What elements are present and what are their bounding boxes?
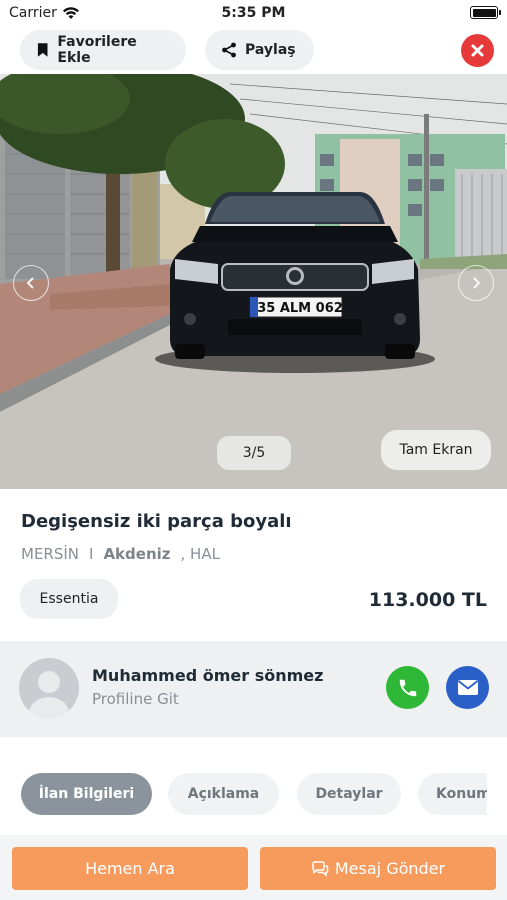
photo-counter: 3/5: [217, 436, 291, 470]
share-button[interactable]: Paylaş: [205, 30, 314, 70]
tab-description[interactable]: Açıklama: [168, 773, 279, 815]
battery-icon: [470, 6, 501, 19]
tab-details[interactable]: Detaylar: [297, 773, 401, 815]
bottom-action-bar: Hemen Ara Mesaj Gönder: [0, 835, 507, 900]
chevron-left-icon: [26, 277, 34, 289]
share-icon: [222, 42, 236, 58]
seller-card: Muhammed ömer sönmez Profiline Git: [0, 641, 507, 737]
phone-icon: [399, 679, 416, 696]
previous-photo-button[interactable]: [13, 265, 49, 301]
listing-photo[interactable]: 35 ALM 062: [0, 74, 507, 489]
chat-icon: [312, 860, 329, 877]
add-favorite-label: Favorilere Ekle: [57, 34, 137, 66]
call-now-button[interactable]: Hemen Ara: [12, 847, 248, 890]
profile-link[interactable]: Profiline Git: [92, 690, 179, 708]
avatar: [19, 658, 79, 718]
envelope-icon: [457, 680, 478, 695]
user-icon: [29, 671, 69, 718]
send-message-button[interactable]: Mesaj Gönder: [260, 847, 496, 890]
tabs-track: İlan Bilgileri Açıklama Detaylar Konum: [0, 773, 487, 815]
listing-price: 113.000 TL: [368, 589, 487, 611]
status-time: 5:35 PM: [221, 5, 286, 21]
next-photo-button[interactable]: [458, 265, 494, 301]
email-seller-button[interactable]: [446, 666, 489, 709]
location-district: Akdeniz: [103, 545, 171, 563]
location-neighborhood: , HAL: [180, 545, 220, 563]
license-plate-text: 35 ALM 062: [257, 301, 343, 316]
send-message-label: Mesaj Gönder: [334, 859, 446, 878]
car-photo-illustration: 35 ALM 062: [0, 74, 507, 489]
listing-location: MERSİN I Akdeniz , HAL: [21, 545, 220, 563]
call-now-label: Hemen Ara: [85, 859, 175, 878]
fullscreen-button[interactable]: Tam Ekran: [381, 430, 491, 470]
bookmark-icon: [37, 43, 48, 57]
trim-badge: Essentia: [20, 579, 118, 619]
tab-listing-info[interactable]: İlan Bilgileri: [21, 773, 152, 815]
top-action-bar: Favorilere Ekle Paylaş: [0, 28, 507, 74]
listing-title: Degişensiz iki parça boyalı: [21, 511, 292, 532]
listing-info: Degişensiz iki parça boyalı MERSİN I Akd…: [0, 489, 507, 641]
location-city: MERSİN: [21, 545, 80, 563]
add-favorite-button[interactable]: Favorilere Ekle: [20, 30, 186, 70]
close-button[interactable]: [461, 34, 494, 67]
location-separator: I: [89, 545, 94, 563]
call-seller-button[interactable]: [386, 666, 429, 709]
status-bar: Carrier 5:35 PM: [0, 0, 507, 28]
seller-name: Muhammed ömer sönmez: [92, 666, 324, 685]
detail-tabs: İlan Bilgileri Açıklama Detaylar Konum: [0, 737, 507, 835]
close-icon: [471, 44, 484, 57]
chevron-right-icon: [473, 277, 481, 289]
tab-location[interactable]: Konum: [418, 773, 487, 815]
share-label: Paylaş: [245, 42, 296, 58]
